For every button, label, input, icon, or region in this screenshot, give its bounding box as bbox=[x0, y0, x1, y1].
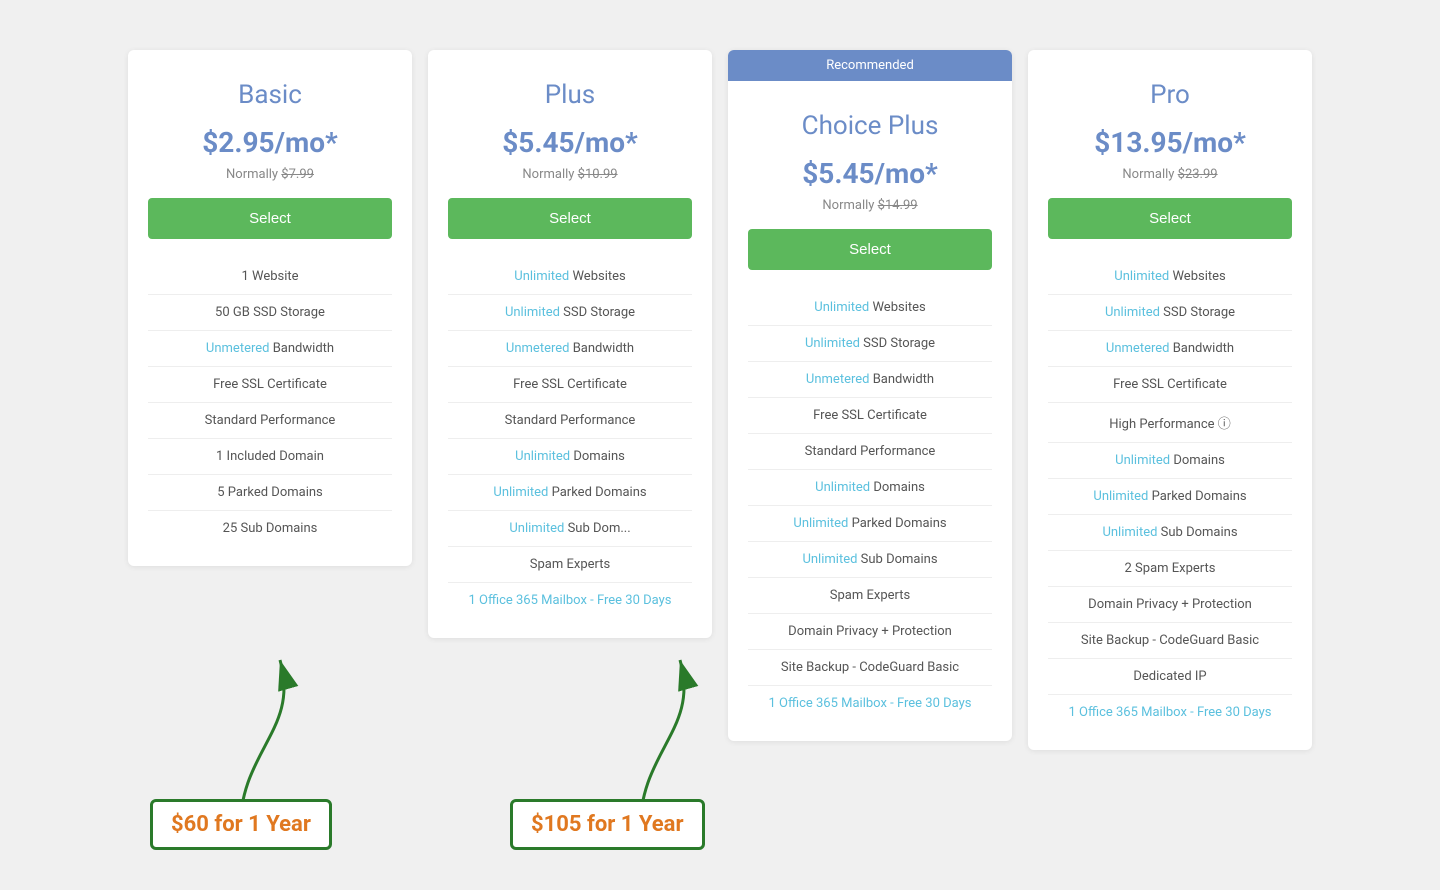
feature-list-plus: Unlimited WebsitesUnlimited SSD StorageU… bbox=[448, 259, 692, 618]
plus-annotation: $105 for 1 Year bbox=[510, 799, 705, 850]
feature-item: Site Backup - CodeGuard Basic bbox=[1048, 623, 1292, 659]
feature-item: Unmetered Bandwidth bbox=[1048, 331, 1292, 367]
basic-annotation: $60 for 1 Year bbox=[150, 799, 332, 850]
feature-item: Unlimited Domains bbox=[1048, 443, 1292, 479]
feature-item: 1 Office 365 Mailbox - Free 30 Days bbox=[1048, 695, 1292, 730]
recommended-badge: Recommended bbox=[728, 50, 1012, 81]
feature-item: Free SSL Certificate bbox=[148, 367, 392, 403]
select-button-plus[interactable]: Select bbox=[448, 198, 692, 239]
feature-item: Site Backup - CodeGuard Basic bbox=[748, 650, 992, 686]
feature-list-choice-plus: Unlimited WebsitesUnlimited SSD StorageU… bbox=[748, 290, 992, 721]
feature-item: Standard Performance bbox=[148, 403, 392, 439]
feature-item: 1 Included Domain bbox=[148, 439, 392, 475]
plan-name-basic: Basic bbox=[148, 80, 392, 110]
feature-item: Spam Experts bbox=[748, 578, 992, 614]
plan-name-pro: Pro bbox=[1048, 80, 1292, 110]
feature-item: Domain Privacy + Protection bbox=[1048, 587, 1292, 623]
select-button-basic[interactable]: Select bbox=[148, 198, 392, 239]
feature-item: 5 Parked Domains bbox=[148, 475, 392, 511]
feature-item: Unlimited Domains bbox=[448, 439, 692, 475]
feature-list-basic: 1 Website50 GB SSD StorageUnmetered Band… bbox=[148, 259, 392, 546]
plan-card-choice-plus: Recommended Choice Plus $5.45/mo* Normally … bbox=[728, 50, 1012, 741]
feature-item: Domain Privacy + Protection bbox=[748, 614, 992, 650]
feature-item: 1 Office 365 Mailbox - Free 30 Days bbox=[748, 686, 992, 721]
plan-normal-price-choice-plus: Normally $14.99 bbox=[748, 198, 992, 213]
feature-item: 1 Website bbox=[148, 259, 392, 295]
plan-normal-price-plus: Normally $10.99 bbox=[448, 167, 692, 182]
plan-price-choice-plus: $5.45/mo* bbox=[748, 157, 992, 190]
feature-item: Free SSL Certificate bbox=[448, 367, 692, 403]
plan-normal-price-basic: Normally $7.99 bbox=[148, 167, 392, 182]
feature-item: High Performance ⓘ bbox=[1048, 403, 1292, 443]
feature-item: Standard Performance bbox=[448, 403, 692, 439]
plan-price-plus: $5.45/mo* bbox=[448, 126, 692, 159]
feature-item: Unmetered Bandwidth bbox=[448, 331, 692, 367]
feature-item: Unmetered Bandwidth bbox=[748, 362, 992, 398]
feature-item: Spam Experts bbox=[448, 547, 692, 583]
feature-item: 25 Sub Domains bbox=[148, 511, 392, 546]
feature-item: Unlimited Sub Dom... bbox=[448, 511, 692, 547]
plan-name-choice-plus: Choice Plus bbox=[748, 111, 992, 141]
plan-card-plus: Plus $5.45/mo* Normally $10.99 Select Unlimi… bbox=[428, 50, 712, 638]
feature-item: Unlimited Websites bbox=[448, 259, 692, 295]
feature-item: Free SSL Certificate bbox=[748, 398, 992, 434]
feature-item: Unlimited Websites bbox=[1048, 259, 1292, 295]
select-button-pro[interactable]: Select bbox=[1048, 198, 1292, 239]
pricing-page: Basic $2.95/mo* Normally $7.99 Select 1 Webs… bbox=[120, 20, 1320, 870]
feature-item: Unlimited Parked Domains bbox=[448, 475, 692, 511]
feature-item: 50 GB SSD Storage bbox=[148, 295, 392, 331]
plan-card-basic: Basic $2.95/mo* Normally $7.99 Select 1 Webs… bbox=[128, 50, 412, 566]
feature-item: Unlimited Domains bbox=[748, 470, 992, 506]
feature-item: Unlimited SSD Storage bbox=[448, 295, 692, 331]
feature-item: Unlimited Sub Domains bbox=[1048, 515, 1292, 551]
feature-item: Unlimited Parked Domains bbox=[1048, 479, 1292, 515]
feature-item: Unmetered Bandwidth bbox=[148, 331, 392, 367]
feature-item: Unlimited SSD Storage bbox=[748, 326, 992, 362]
pricing-container: Basic $2.95/mo* Normally $7.99 Select 1 Webs… bbox=[120, 20, 1320, 750]
plan-normal-price-pro: Normally $23.99 bbox=[1048, 167, 1292, 182]
plan-name-plus: Plus bbox=[448, 80, 692, 110]
feature-item: Dedicated IP bbox=[1048, 659, 1292, 695]
feature-item: Free SSL Certificate bbox=[1048, 367, 1292, 403]
feature-item: Unlimited Sub Domains bbox=[748, 542, 992, 578]
plan-price-basic: $2.95/mo* bbox=[148, 126, 392, 159]
feature-item: 1 Office 365 Mailbox - Free 30 Days bbox=[448, 583, 692, 618]
plan-price-pro: $13.95/mo* bbox=[1048, 126, 1292, 159]
feature-item: Unlimited Websites bbox=[748, 290, 992, 326]
plan-card-pro: Pro $13.95/mo* Normally $23.99 Select Unlimi… bbox=[1028, 50, 1312, 750]
feature-item: 2 Spam Experts bbox=[1048, 551, 1292, 587]
select-button-choice-plus[interactable]: Select bbox=[748, 229, 992, 270]
feature-item: Unlimited Parked Domains bbox=[748, 506, 992, 542]
feature-list-pro: Unlimited WebsitesUnlimited SSD StorageU… bbox=[1048, 259, 1292, 730]
feature-item: Standard Performance bbox=[748, 434, 992, 470]
feature-item: Unlimited SSD Storage bbox=[1048, 295, 1292, 331]
